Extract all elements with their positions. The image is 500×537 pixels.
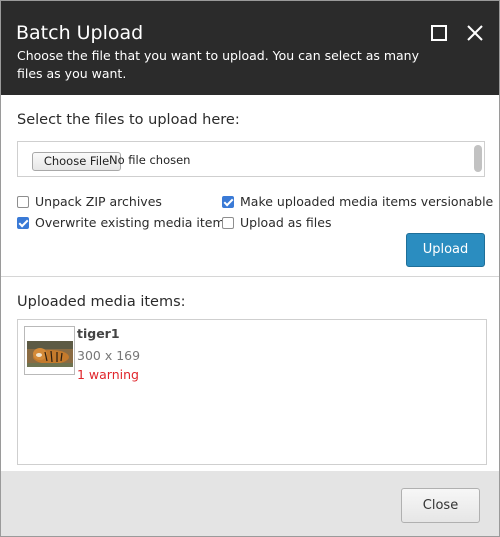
upload-button[interactable]: Upload [406, 233, 485, 267]
close-dialog-button[interactable] [465, 23, 485, 43]
dialog-footer: Close [1, 471, 499, 536]
batch-upload-dialog: Batch Upload Choose the file that you wa… [0, 0, 500, 537]
overwrite-existing-label: Overwrite existing media items [35, 215, 232, 230]
overwrite-existing-checkbox[interactable] [17, 216, 29, 229]
overwrite-existing-option[interactable]: Overwrite existing media items [17, 215, 231, 230]
file-box-scrollbar[interactable] [474, 145, 482, 172]
unpack-zip-label: Unpack ZIP archives [35, 194, 162, 209]
media-thumbnail[interactable] [24, 326, 75, 375]
tiger-image [27, 341, 73, 367]
upload-as-files-option[interactable]: Upload as files [222, 215, 331, 230]
section-divider [1, 276, 499, 277]
no-file-text: No file chosen [109, 153, 191, 167]
upload-as-files-checkbox[interactable] [222, 216, 234, 229]
dialog-subtitle: Choose the file that you want to upload.… [17, 48, 420, 81]
uploaded-media-label: Uploaded media items: [17, 294, 186, 310]
media-item-warning[interactable]: 1 warning [77, 367, 139, 382]
make-versionable-option[interactable]: Make uploaded media items versionable [222, 194, 493, 209]
unpack-zip-option[interactable]: Unpack ZIP archives [17, 194, 162, 209]
uploaded-media-list: tiger1 300 x 169 1 warning [17, 319, 487, 465]
unpack-zip-checkbox[interactable] [17, 195, 29, 208]
close-button[interactable]: Close [401, 488, 480, 523]
dialog-header: Batch Upload Choose the file that you wa… [1, 1, 499, 95]
maximize-button[interactable] [429, 23, 449, 43]
media-item-name[interactable]: tiger1 [77, 326, 120, 341]
make-versionable-checkbox[interactable] [222, 195, 234, 208]
file-input[interactable]: Choose File No file chosen [17, 141, 485, 177]
upload-as-files-label: Upload as files [240, 215, 332, 230]
media-item-dimensions: 300 x 169 [77, 348, 141, 363]
choose-file-button[interactable]: Choose File [32, 152, 121, 171]
select-files-label: Select the files to upload here: [17, 112, 240, 128]
make-versionable-label: Make uploaded media items versionable [240, 194, 494, 209]
maximize-icon [431, 25, 447, 41]
close-icon [467, 25, 483, 41]
dialog-title: Batch Upload [16, 22, 144, 44]
